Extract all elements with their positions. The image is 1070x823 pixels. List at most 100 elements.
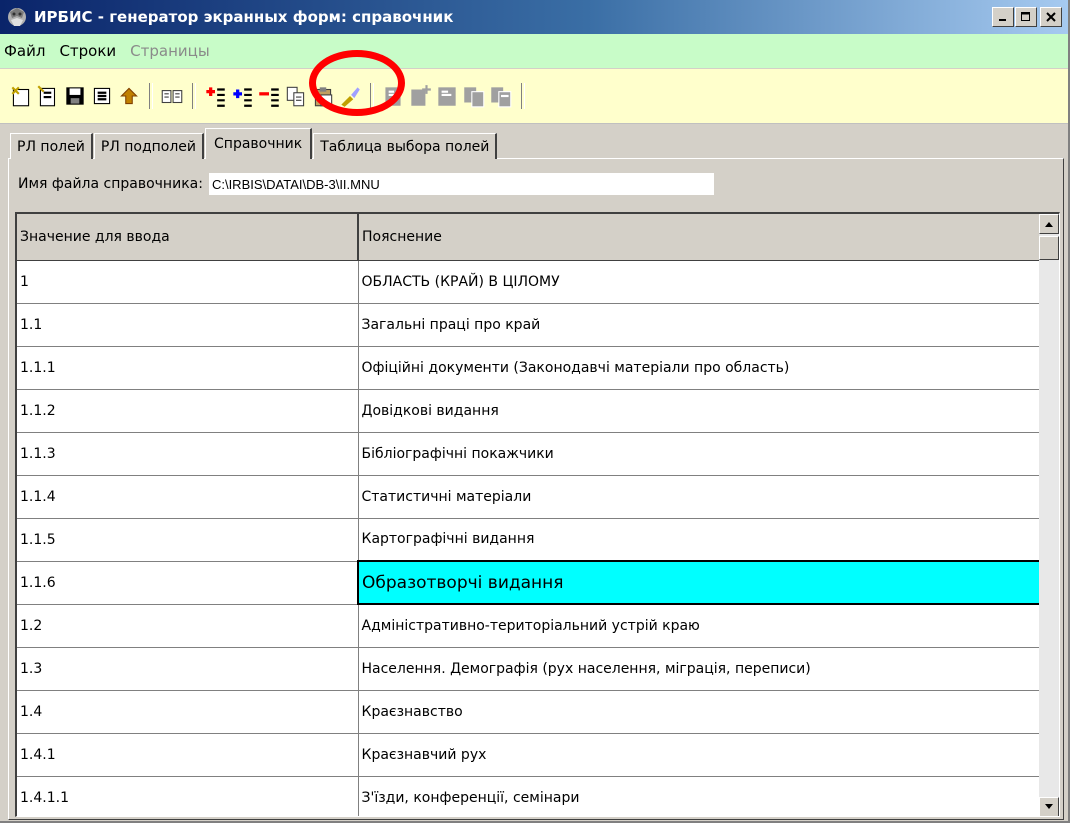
menu-bar: Файл Строки Страницы (0, 34, 1068, 68)
scroll-up-icon (1045, 222, 1053, 227)
value-cell[interactable]: 1.3 (17, 647, 359, 691)
file-label: Имя файла справочника: (18, 176, 203, 192)
table-row[interactable]: 1.4.1.1 З'їзди, конференції, семінари (17, 776, 1041, 816)
import-icon (120, 87, 138, 105)
clear-button[interactable] (337, 83, 363, 109)
description-cell[interactable]: Офіційні документи (Законодавчі матеріал… (358, 346, 1041, 390)
table-row[interactable]: 1.1.2 Довідкові видання (17, 389, 1041, 433)
window-title: ИРБИС - генератор экранных форм: справоч… (34, 8, 454, 26)
table-row[interactable]: 1.1.3 Бібліографічні покажчики (17, 432, 1041, 476)
delete-page-button[interactable] (488, 83, 514, 109)
description-cell[interactable]: Бібліографічні покажчики (358, 432, 1041, 476)
view-icon (161, 90, 183, 104)
insert-row-after-icon (233, 88, 252, 107)
table-row[interactable]: 1.3 Населення. Демографія (рух населення,… (17, 647, 1041, 691)
value-cell[interactable]: 1 (17, 260, 359, 304)
insert-row-after-button[interactable] (229, 83, 255, 109)
description-cell[interactable]: З'їзди, конференції, семінари (358, 776, 1041, 816)
scroll-thumb[interactable] (1039, 236, 1059, 260)
page-button[interactable] (380, 83, 406, 109)
toolbar-separator (370, 83, 374, 109)
tab-field-worksheet[interactable]: РЛ полей (10, 133, 93, 159)
description-cell[interactable]: Краєзнавчий рух (358, 733, 1041, 777)
table-row[interactable]: 1.1.6 Образотворчі видання (17, 560, 1041, 605)
description-cell[interactable]: ОБЛАСТЬ (КРАЙ) В ЦІЛОМУ (358, 260, 1041, 304)
minimize-button[interactable] (992, 7, 1014, 27)
table-row[interactable]: 1.4 Краєзнавство (17, 690, 1041, 734)
delete-row-button[interactable] (256, 83, 282, 109)
copy-button[interactable] (283, 83, 309, 109)
tab-field-selection[interactable]: Таблица выбора полей (313, 133, 498, 159)
column-header-value[interactable]: Значение для ввода (17, 214, 359, 261)
title-bar[interactable]: ИРБИС - генератор экранных форм: справоч… (0, 0, 1068, 34)
minimize-icon (999, 19, 1006, 21)
irbis-app-icon (8, 8, 26, 26)
scroll-down-button[interactable] (1039, 797, 1059, 816)
table-row[interactable]: 1.1.4 Статистичні матеріали (17, 475, 1041, 519)
vertical-scrollbar[interactable] (1039, 214, 1059, 816)
grid-table: Значение для ввода Пояснение 1 ОБЛАСТЬ (К… (17, 214, 1041, 816)
new-form-button[interactable] (8, 83, 34, 109)
description-cell[interactable]: Картографічні видання (358, 518, 1041, 562)
tab-subfield-worksheet[interactable]: РЛ подполей (93, 133, 205, 159)
insert-row-before-icon (206, 87, 225, 107)
file-name-input[interactable] (208, 173, 714, 195)
value-cell[interactable]: 1.1.6 (17, 561, 359, 605)
app-window: ИРБИС - генератор экранных форм: справоч… (0, 0, 1070, 823)
maximize-button[interactable] (1015, 7, 1037, 27)
description-cell[interactable]: Довідкові видання (358, 389, 1041, 433)
insert-row-before-button[interactable] (202, 83, 228, 109)
table-row[interactable]: 1 ОБЛАСТЬ (КРАЙ) В ЦІЛОМУ (17, 260, 1041, 304)
save-button[interactable] (62, 83, 88, 109)
grid-body: 1 ОБЛАСТЬ (КРАЙ) В ЦІЛОМУ 1.1 Загальні прац… (17, 260, 1041, 816)
view-button[interactable] (159, 83, 185, 109)
table-row[interactable]: 1.1.5 Картографічні видання (17, 518, 1041, 562)
table-row[interactable]: 1.2 Адміністративно-територіальний устрій… (17, 604, 1041, 648)
copy-page-icon (464, 87, 485, 108)
description-cell[interactable]: Загальні праці про край (358, 303, 1041, 347)
file-row: Имя файла справочника: (18, 172, 714, 196)
add-page-button[interactable] (407, 83, 433, 109)
delete-page-icon (491, 87, 512, 108)
value-cell[interactable]: 1.1.2 (17, 389, 359, 433)
copy-page-button[interactable] (461, 83, 487, 109)
column-header-description[interactable]: Пояснение (358, 214, 1041, 261)
settings-button[interactable] (89, 83, 115, 109)
value-cell[interactable]: 1.4 (17, 690, 359, 734)
value-cell[interactable]: 1.4.1.1 (17, 776, 359, 816)
paste-button[interactable] (310, 83, 336, 109)
menu-pages[interactable]: Страницы (123, 42, 217, 60)
page-prop-button[interactable] (434, 83, 460, 109)
description-cell[interactable]: Образотворчі видання (357, 560, 1041, 605)
description-cell[interactable]: Адміністративно-територіальний устрій кр… (358, 604, 1041, 648)
description-cell[interactable]: Краєзнавство (358, 690, 1041, 734)
description-cell[interactable]: Статистичні матеріали (358, 475, 1041, 519)
open-form-button[interactable] (35, 83, 61, 109)
scroll-up-button[interactable] (1039, 214, 1059, 234)
table-row[interactable]: 1.1.1 Офіційні документи (Законодавчі мат… (17, 346, 1041, 390)
value-cell[interactable]: 1.1.1 (17, 346, 359, 390)
value-cell[interactable]: 1.1.3 (17, 432, 359, 476)
open-form-icon (37, 85, 56, 107)
value-cell[interactable]: 1.1.4 (17, 475, 359, 519)
reference-grid[interactable]: Значение для ввода Пояснение 1 ОБЛАСТЬ (К… (15, 212, 1060, 817)
window-controls (991, 7, 1062, 27)
menu-rows[interactable]: Строки (52, 42, 123, 60)
grid-header-row: Значение для ввода Пояснение (17, 214, 1041, 261)
tab-strip: РЛ полей РЛ подполей Справочник Таблица … (10, 127, 498, 159)
tab-reference[interactable]: Справочник (205, 128, 313, 159)
table-row[interactable]: 1.1 Загальні праці про край (17, 303, 1041, 347)
menu-file[interactable]: Файл (0, 42, 52, 60)
description-cell[interactable]: Населення. Демографія (рух населення, мі… (358, 647, 1041, 691)
paste-icon (314, 87, 333, 107)
page-prop-icon (438, 87, 456, 106)
page-icon (385, 87, 401, 106)
new-form-icon (11, 86, 30, 107)
import-button[interactable] (116, 83, 142, 109)
value-cell[interactable]: 1.2 (17, 604, 359, 648)
value-cell[interactable]: 1.4.1 (17, 733, 359, 777)
value-cell[interactable]: 1.1.5 (17, 518, 359, 562)
table-row[interactable]: 1.4.1 Краєзнавчий рух (17, 733, 1041, 777)
value-cell[interactable]: 1.1 (17, 303, 359, 347)
close-button[interactable] (1040, 7, 1062, 27)
